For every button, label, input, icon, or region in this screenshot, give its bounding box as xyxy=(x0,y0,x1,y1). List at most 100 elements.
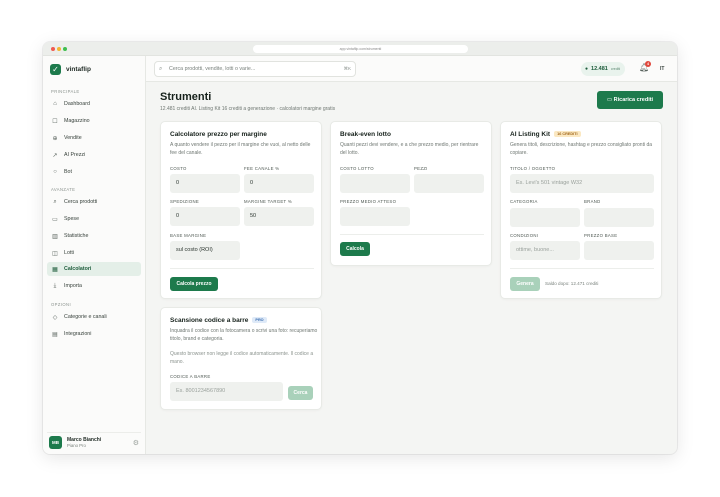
section-opzioni: OPZIONI xyxy=(51,302,72,307)
cost-input[interactable]: 0 xyxy=(170,174,240,193)
layers-icon: ◫ xyxy=(52,250,58,257)
generate-button[interactable]: Genera xyxy=(510,277,540,291)
page-subtitle: 12.481 crediti AI. Listing Kit 16 credit… xyxy=(160,106,336,112)
sidebar-item-lotti[interactable]: ◫ Lotti xyxy=(47,246,141,260)
lot-cost-input[interactable] xyxy=(340,174,410,193)
receipt-icon: ▭ xyxy=(52,216,58,223)
base-label: BASE MARGINE xyxy=(170,233,207,238)
margin-calculator-card: Calcolatore prezzo per margine A quanto … xyxy=(160,121,322,299)
plug-icon: ▤ xyxy=(52,331,58,338)
search-icon: ⌕ xyxy=(53,198,57,205)
base-select[interactable]: sul costo (ROI) xyxy=(170,241,240,260)
shortcut-hint: ⌘K xyxy=(343,66,351,71)
avg-price-label: PREZZO MEDIO ATTESO xyxy=(340,199,397,204)
search-input[interactable]: ⌕ Cerca prodotti, vendite, lotti o varie… xyxy=(154,61,356,77)
divider xyxy=(510,268,654,269)
brand-input[interactable] xyxy=(584,208,654,227)
section-avanzate: AVANZATE xyxy=(51,187,76,192)
bot-icon: ○ xyxy=(53,169,57,175)
target-label: MARGINE TARGET % xyxy=(244,199,293,204)
brand[interactable]: ✓ vintaflip xyxy=(50,64,91,75)
card-description: Quanti pezzi devi vendere, e a che prezz… xyxy=(340,142,479,156)
settings-icon[interactable]: ⚙ xyxy=(133,439,139,447)
card-title: Calcolatore prezzo per margine xyxy=(170,131,267,138)
brand-label: BRAND xyxy=(584,199,601,204)
card-description: Inquadra il codice con la fotocamera o s… xyxy=(170,328,318,342)
breakeven-card: Break-even lotto Quanti pezzi devi vende… xyxy=(330,121,492,266)
shipping-label: SPEDIZIONE xyxy=(170,199,200,204)
sidebar-item-dashboard[interactable]: ⌂ Dashboard xyxy=(47,97,141,111)
cart-icon: ⊕ xyxy=(52,135,58,142)
sidebar-item-vendite[interactable]: ⊕ Vendite xyxy=(47,131,141,145)
base-price-input[interactable] xyxy=(584,241,654,260)
card-title: Scansione codice a barre PRO xyxy=(170,317,267,324)
sidebar-item-categorie[interactable]: ◇ Categorie e canali xyxy=(47,310,141,324)
page-title: Strumenti xyxy=(160,91,212,103)
download-icon: ⤓ xyxy=(53,282,57,289)
divider xyxy=(340,234,484,235)
recharge-credits-button[interactable]: ▭ Ricarica crediti xyxy=(597,91,663,109)
sidebar-item-statistiche[interactable]: ▥ Statistiche xyxy=(47,229,141,243)
calculate-price-button[interactable]: Calcola prezzo xyxy=(170,277,218,291)
sidebar-item-integrazioni[interactable]: ▤ Integrazioni xyxy=(47,327,141,341)
fee-label: FEE CANALE % xyxy=(244,166,280,171)
bar-chart-icon: ▥ xyxy=(52,233,58,240)
coin-icon: ● xyxy=(585,66,589,72)
minimize-dot-icon[interactable] xyxy=(57,47,61,51)
sidebar: ✓ vintaflip PRINCIPALE ⌂ Dashboard ☐ Magaz… xyxy=(43,56,146,454)
pieces-input[interactable] xyxy=(414,174,484,193)
avatar: MB xyxy=(49,436,62,449)
fee-input[interactable]: 0 xyxy=(244,174,314,193)
wallet-icon: ▭ xyxy=(606,97,614,103)
section-principale: PRINCIPALE xyxy=(51,89,80,94)
divider xyxy=(170,268,314,269)
sidebar-item-ai-prezzi[interactable]: ↗ AI Prezzi xyxy=(47,148,141,162)
url-bar[interactable]: app.vintaflip.com/strumenti xyxy=(253,45,468,53)
condition-input[interactable]: ottime, buone... xyxy=(510,241,580,260)
pro-badge: PRO xyxy=(252,317,267,324)
browser-titlebar: app.vintaflip.com/strumenti xyxy=(43,42,677,56)
target-input[interactable]: 50 xyxy=(244,207,314,226)
sidebar-item-cerca-prodotti[interactable]: ⌕ Cerca prodotti xyxy=(47,195,141,209)
sidebar-item-magazzino[interactable]: ☐ Magazzino xyxy=(47,114,141,128)
sidebar-item-importa[interactable]: ⤓ Importa xyxy=(47,279,141,293)
avg-price-input[interactable] xyxy=(340,207,410,226)
topbar: ⌕ Cerca prodotti, vendite, lotti o varie… xyxy=(146,56,677,82)
sidebar-item-bot[interactable]: ○ Bot xyxy=(47,165,141,179)
barcode-input[interactable]: Es. 8001234567890 xyxy=(170,382,283,401)
language-switch[interactable]: IT xyxy=(660,66,664,72)
card-title: AI Listing Kit 16 CREDITI xyxy=(510,131,581,138)
close-dot-icon[interactable] xyxy=(51,47,55,51)
search-icon: ⌕ xyxy=(159,66,163,72)
trend-icon: ↗ xyxy=(52,152,58,159)
credits-balance[interactable]: ● 12.481 crediti xyxy=(581,62,626,76)
balance-note: Saldo dopo: 12.471 crediti xyxy=(545,281,599,286)
calculator-icon: ▦ xyxy=(52,266,58,273)
user-plan: Piano Pro xyxy=(67,443,86,448)
pieces-label: PEZZI xyxy=(414,166,428,171)
calculate-button[interactable]: Calcola xyxy=(340,242,370,256)
sidebar-item-calcolatori[interactable]: ▦ Calcolatori xyxy=(47,262,141,276)
condition-label: CONDIZIONI xyxy=(510,233,539,238)
title-label: TITOLO / OGGETTO xyxy=(510,166,556,171)
credits-badge: 16 CREDITI xyxy=(554,131,581,138)
app-name: vintaflip xyxy=(66,66,91,73)
listing-kit-card: AI Listing Kit 16 CREDITI Genera titoli, … xyxy=(500,121,662,299)
user-profile[interactable]: MB Marco Bianchi Piano Pro ⚙ xyxy=(47,432,141,450)
home-icon: ⌂ xyxy=(53,101,57,107)
title-input[interactable]: Es. Levi's 501 vintage W32 xyxy=(510,174,654,193)
card-description: Genera titoli, descrizione, hashtag e pr… xyxy=(510,142,653,156)
lot-cost-label: COSTO LOTTO xyxy=(340,166,374,171)
barcode-label: CODICE A BARRE xyxy=(170,374,211,379)
notification-count: 4 xyxy=(645,61,651,67)
category-input[interactable] xyxy=(510,208,580,227)
sidebar-item-spese[interactable]: ▭ Spese xyxy=(47,212,141,226)
card-title: Break-even lotto xyxy=(340,131,391,138)
maximize-dot-icon[interactable] xyxy=(63,47,67,51)
card-description: A quanto vendere il pezzo per il margine… xyxy=(170,142,311,156)
category-label: CATEGORIA xyxy=(510,199,538,204)
logo-icon: ✓ xyxy=(50,64,61,75)
shipping-input[interactable]: 0 xyxy=(170,207,240,226)
tag-icon: ◇ xyxy=(52,314,58,321)
search-barcode-button[interactable]: Cerca xyxy=(288,386,313,400)
